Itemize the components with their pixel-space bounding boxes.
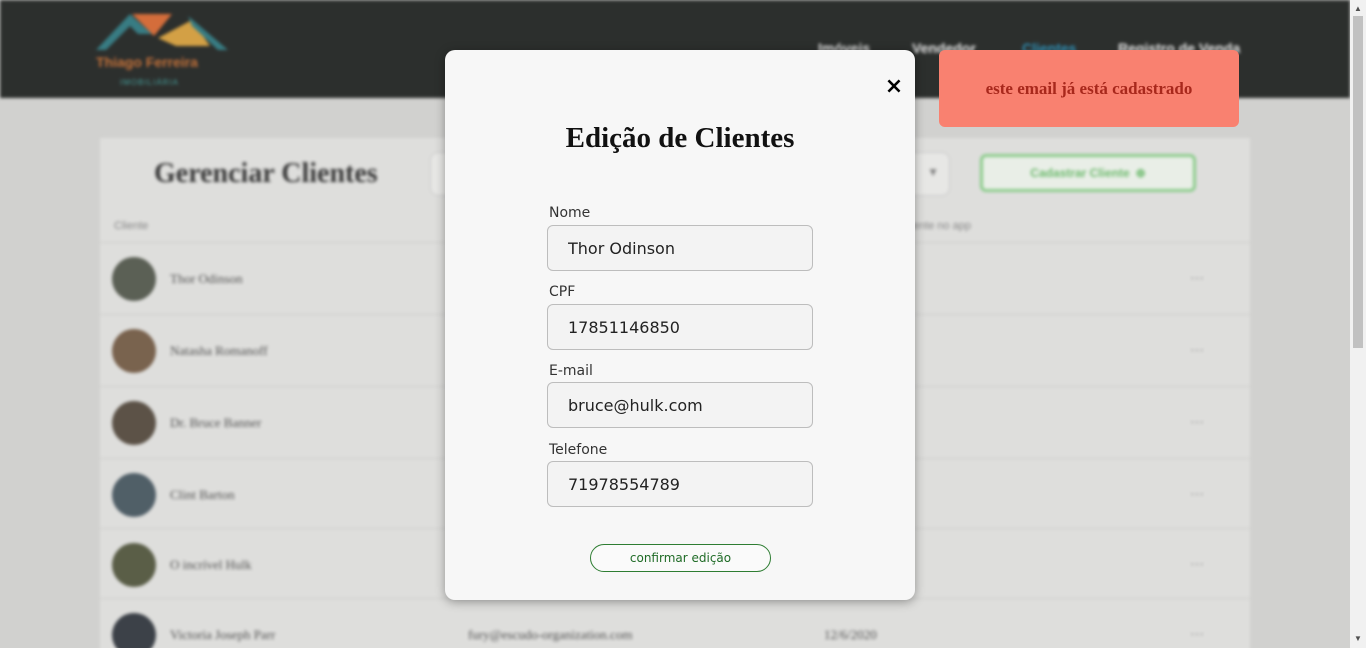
error-toast[interactable]: este email já está cadastrado xyxy=(939,50,1239,127)
edit-client-modal: × Edição de Clientes Nome CPF E-mail Tel… xyxy=(445,50,915,600)
confirm-edit-button[interactable]: confirmar edição xyxy=(590,544,771,572)
cpf-label: CPF xyxy=(549,284,576,300)
nome-field[interactable] xyxy=(547,225,813,271)
telefone-field[interactable] xyxy=(547,461,813,507)
close-icon[interactable]: × xyxy=(881,74,907,100)
page-scrollbar[interactable]: ▲ ▼ xyxy=(1350,0,1366,648)
toast-message: este email já está cadastrado xyxy=(985,78,1193,98)
scrollbar-thumb[interactable] xyxy=(1353,16,1363,348)
scroll-down-arrow-icon[interactable]: ▼ xyxy=(1354,634,1362,643)
cpf-field[interactable] xyxy=(547,304,813,350)
nome-label: Nome xyxy=(549,205,591,221)
email-label: E-mail xyxy=(549,363,593,379)
modal-title: Edição de Clientes xyxy=(565,122,795,154)
scroll-up-arrow-icon[interactable]: ▲ xyxy=(1354,4,1362,13)
telefone-label: Telefone xyxy=(549,442,608,458)
email-field[interactable] xyxy=(547,382,813,428)
